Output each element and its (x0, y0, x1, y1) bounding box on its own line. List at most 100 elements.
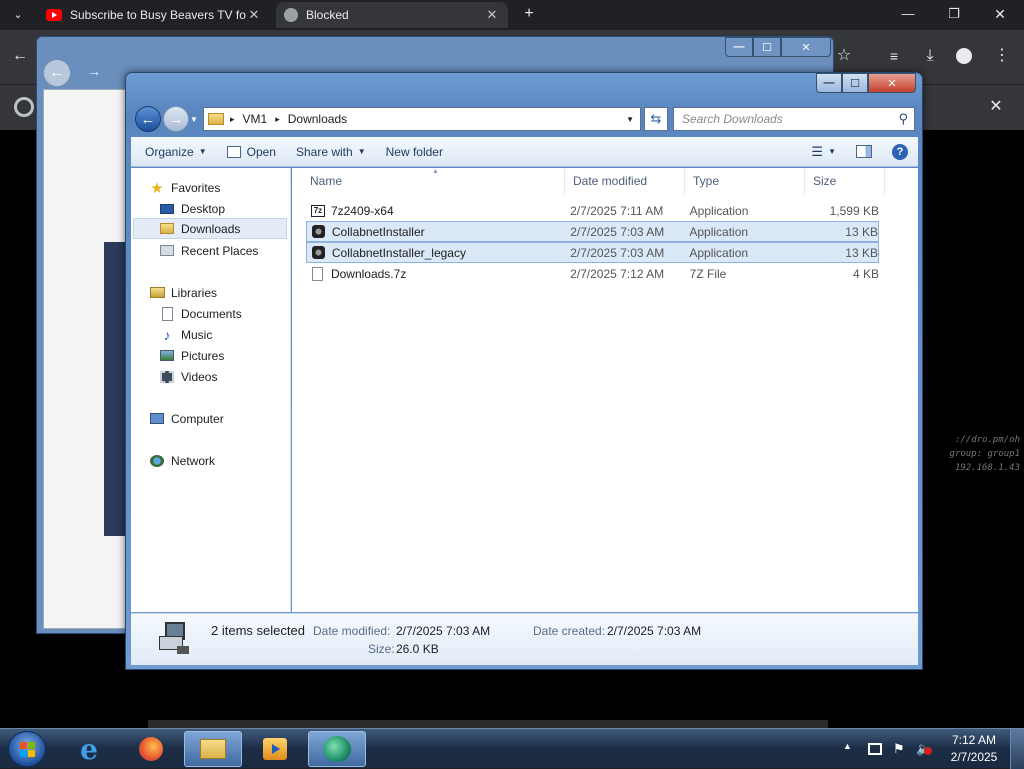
bookmark-star-icon[interactable]: ☆ (832, 44, 856, 68)
multiple-files-icon (159, 622, 189, 656)
flag-icon[interactable]: ⚑ (893, 741, 905, 757)
nav-favorites[interactable]: ★ Favorites (149, 177, 220, 198)
close-button[interactable]: ✕ (868, 73, 916, 93)
breadcrumb-separator-icon[interactable]: ▸ (230, 114, 235, 125)
tab-search-chevron-icon[interactable]: ⌄ (6, 3, 30, 27)
nav-label: Videos (181, 369, 218, 384)
close-tab-icon[interactable]: ✕ (246, 7, 262, 23)
windows-logo-icon (28, 750, 35, 757)
media-player-icon[interactable] (246, 731, 304, 767)
help-button[interactable]: ? (882, 137, 918, 166)
file-name: CollabnetInstaller (331, 224, 425, 239)
close-tab-icon[interactable]: ✕ (484, 7, 500, 23)
youtube-icon (46, 9, 62, 21)
close-infobar-icon[interactable]: ✕ (984, 95, 1008, 119)
nav-recent-places[interactable]: Recent Places (159, 240, 258, 261)
preview-pane-button[interactable] (846, 137, 882, 166)
close-window-button[interactable]: ✕ (988, 2, 1012, 26)
column-header-date[interactable]: Date modified (565, 168, 685, 194)
back-arrow-icon[interactable]: ← (135, 106, 161, 132)
clock-time[interactable]: 7:12 AM (948, 733, 1000, 747)
terminal-line: group: group1 (949, 449, 1020, 459)
desktop-icon (159, 202, 175, 216)
nav-network[interactable]: Network (149, 450, 215, 471)
internet-explorer-icon[interactable]: e (60, 731, 118, 767)
maximize-button[interactable]: ❐ (942, 2, 966, 26)
music-icon: ♪ (163, 326, 171, 343)
breadcrumb-separator-icon[interactable]: ▸ (275, 114, 280, 125)
show-desktop-button[interactable] (1010, 729, 1024, 769)
file-explorer-icon[interactable] (184, 731, 242, 767)
start-button[interactable] (8, 731, 46, 767)
action-center-icon[interactable] (868, 743, 882, 755)
share-with-button[interactable]: Share with ▼ (286, 137, 376, 166)
terminal-line: 192.168.1.43 (954, 463, 1020, 473)
address-bar[interactable]: ▸ VM1 ▸ Downloads ▼ (203, 107, 641, 131)
search-icon[interactable]: ⚲ (898, 111, 908, 127)
file-date: 2/7/2025 7:03 AM (570, 245, 665, 260)
installer-icon (311, 224, 327, 240)
ie-minimize-button[interactable]: — (725, 37, 753, 57)
tab-blocked[interactable]: Blocked ✕ (276, 2, 508, 28)
downloads-folder-icon (159, 222, 175, 236)
back-arrow-icon[interactable]: ← (8, 44, 32, 68)
share-label: Share with (295, 144, 353, 159)
breadcrumb-vm1[interactable]: VM1 (243, 112, 268, 126)
tab-title: Subscribe to Busy Beavers TV fo (70, 8, 246, 22)
ie-maximize-button[interactable]: ☐ (753, 37, 781, 57)
nav-documents[interactable]: Documents (159, 303, 242, 324)
file-size: 1,599 KB (829, 203, 879, 218)
more-menu-icon[interactable]: ⋮ (990, 44, 1014, 68)
profile-avatar-icon[interactable] (956, 48, 972, 64)
file-row[interactable]: 7z 7z2409-x64 2/7/2025 7:11 AM Applicati… (306, 200, 879, 221)
nav-desktop[interactable]: Desktop (159, 198, 225, 219)
nav-pictures[interactable]: Pictures (159, 345, 224, 366)
column-header-size[interactable]: Size (805, 168, 885, 194)
new-folder-button[interactable]: New folder (376, 137, 453, 166)
date-created-label: Date created: (533, 624, 606, 638)
minimize-button[interactable]: — (816, 73, 842, 93)
ie-back-icon[interactable]: ← (43, 59, 71, 87)
tab-youtube[interactable]: Subscribe to Busy Beavers TV fo ✕ (38, 2, 270, 28)
nav-videos[interactable]: Videos (159, 366, 217, 387)
nav-computer[interactable]: Computer (149, 408, 224, 429)
firefox-icon[interactable] (122, 731, 180, 767)
file-date: 2/7/2025 7:03 AM (570, 224, 665, 239)
search-input[interactable]: Search Downloads ⚲ (673, 107, 915, 131)
terminal-text: ://dro.pm/oh group: group1 192.168.1.43 (920, 433, 1020, 475)
recent-pages-chevron-icon[interactable]: ▼ (190, 115, 198, 124)
nav-label: Computer (171, 411, 224, 426)
organize-button[interactable]: Organize ▼ (131, 137, 217, 166)
nav-music[interactable]: ♪ Music (159, 324, 213, 345)
download-icon[interactable]: ⤓ (918, 44, 942, 68)
clock-date[interactable]: 2/7/2025 (948, 750, 1000, 764)
file-row[interactable]: Downloads.7z 2/7/2025 7:12 AM 7Z File 4 … (306, 263, 879, 284)
nav-downloads[interactable]: Downloads (133, 218, 287, 239)
ie-close-button[interactable]: ✕ (781, 37, 831, 57)
file-row[interactable]: CollabnetInstaller_legacy 2/7/2025 7:03 … (306, 242, 879, 263)
file-row[interactable]: CollabnetInstaller 2/7/2025 7:03 AM Appl… (306, 221, 879, 242)
forward-arrow-icon[interactable]: → (163, 106, 189, 132)
nav-label: Desktop (181, 201, 226, 216)
address-dropdown-icon[interactable]: ▼ (626, 115, 634, 124)
minimize-button[interactable]: — (896, 2, 920, 26)
column-header-type[interactable]: Type (685, 168, 805, 194)
breadcrumb-downloads[interactable]: Downloads (288, 112, 347, 126)
horizontal-scrollbar[interactable] (148, 720, 828, 728)
windows-logo-icon (20, 750, 27, 757)
media-queue-icon[interactable]: ≡ (882, 44, 906, 68)
ie-forward-icon[interactable]: → (87, 63, 107, 83)
column-header-name[interactable]: Name (302, 168, 565, 194)
remote-app-icon[interactable] (308, 731, 366, 767)
show-hidden-icons[interactable]: ▲ (843, 741, 852, 751)
maximize-button[interactable]: ☐ (842, 73, 868, 93)
preview-pane-icon (856, 145, 872, 158)
open-button[interactable]: Open (217, 137, 286, 166)
nav-label: Favorites (171, 180, 221, 195)
nav-libraries[interactable]: Libraries (149, 282, 217, 303)
explorer-window: — ☐ ✕ ← → ▼ ▸ VM1 ▸ Downloads ▼ ⇆ Search… (125, 72, 923, 670)
change-view-button[interactable]: ☰ ▼ (801, 137, 846, 166)
new-tab-button[interactable]: + (517, 2, 541, 26)
refresh-icon[interactable]: ⇆ (644, 107, 668, 131)
volume-muted-icon[interactable]: 🔈 (916, 741, 932, 757)
